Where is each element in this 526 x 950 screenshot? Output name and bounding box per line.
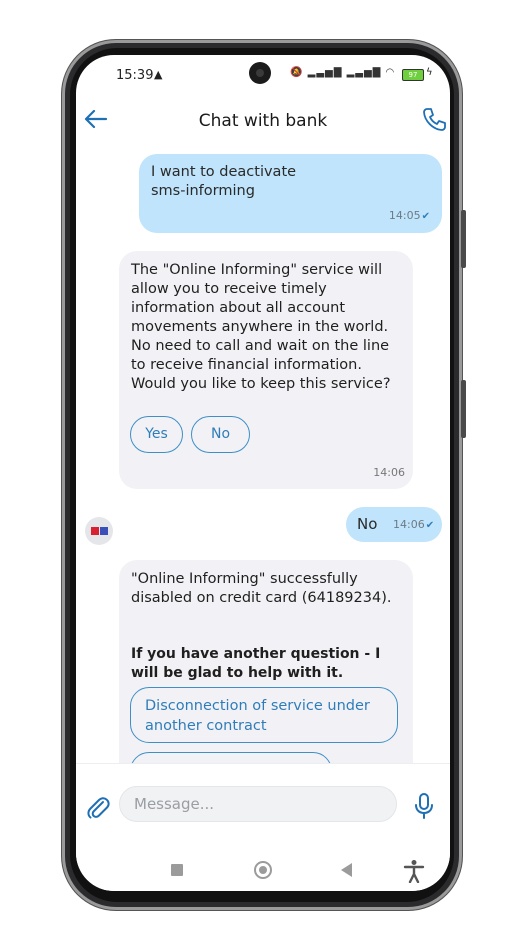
chat-area[interactable]: I want to deactivate sms-informing 14:05… bbox=[76, 147, 450, 800]
read-check-icon: ✔ bbox=[421, 211, 430, 222]
status-icons: 🔕 ▂▃▅▇ ▂▃▅▇ ◠ bbox=[290, 67, 395, 78]
chat-header: Chat with bank bbox=[76, 97, 450, 147]
wifi-icon: ◠ bbox=[385, 67, 396, 78]
read-check-icon: ✔ bbox=[425, 520, 435, 531]
message-input-bar bbox=[76, 763, 450, 850]
charging-icon: ϟ bbox=[426, 67, 433, 78]
message-time: 14:05✔ bbox=[389, 209, 430, 222]
recent-apps-icon[interactable] bbox=[171, 864, 183, 876]
bank-avatar bbox=[85, 517, 113, 545]
message-time-value: 14:06 bbox=[393, 518, 425, 531]
nav-back-icon[interactable] bbox=[341, 863, 352, 877]
message-input[interactable] bbox=[119, 786, 397, 822]
message-outgoing: No 14:06✔ bbox=[346, 507, 442, 542]
message-incoming: The "Online Informing" service will allo… bbox=[119, 251, 413, 489]
system-nav-bar bbox=[76, 849, 450, 891]
message-text: No bbox=[357, 515, 378, 533]
mute-icon: 🔕 bbox=[290, 67, 304, 78]
logo-blue bbox=[100, 527, 108, 535]
quick-reply-no-button[interactable]: No bbox=[191, 416, 250, 453]
message-time: 14:06 bbox=[373, 466, 405, 479]
message-time-value: 14:05 bbox=[388, 209, 421, 222]
home-icon[interactable] bbox=[254, 861, 272, 879]
front-camera bbox=[249, 62, 271, 84]
quick-reply-disconnection-button[interactable]: Disconnection of service under another c… bbox=[130, 687, 398, 743]
quick-reply-yes-button[interactable]: Yes bbox=[130, 416, 183, 453]
volume-button bbox=[461, 210, 466, 268]
accessibility-icon[interactable] bbox=[403, 859, 425, 883]
warning-icon: ▲ bbox=[154, 68, 163, 81]
battery-icon: 97 bbox=[402, 69, 424, 81]
message-outgoing: I want to deactivate sms-informing 14:05… bbox=[139, 154, 442, 233]
page-title: Chat with bank bbox=[198, 111, 328, 131]
signal-icon: ▂▃▅▇ bbox=[346, 67, 382, 78]
status-time: 15:39 bbox=[116, 68, 154, 83]
message-text: The "Online Informing" service will allo… bbox=[131, 262, 391, 392]
signal-icon: ▂▃▅▇ bbox=[307, 67, 343, 78]
logo-red bbox=[91, 527, 99, 535]
message-text: I want to deactivate sms-informing bbox=[151, 164, 297, 199]
attachment-icon[interactable] bbox=[86, 794, 110, 820]
power-button bbox=[461, 380, 466, 438]
message-bold-text: If you have another question - I will be… bbox=[131, 646, 381, 681]
microphone-icon[interactable] bbox=[413, 792, 435, 820]
phone-screen: 15:39 ▲ 🔕 ▂▃▅▇ ▂▃▅▇ ◠ 97 ϟ Chat with ban… bbox=[76, 55, 450, 891]
message-time: 14:06✔ bbox=[393, 518, 434, 531]
message-text: "Online Informing" successfully disabled… bbox=[131, 571, 392, 606]
phone-icon[interactable] bbox=[420, 105, 448, 133]
battery-level: 97 bbox=[408, 71, 418, 79]
status-bar: 15:39 ▲ 🔕 ▂▃▅▇ ▂▃▅▇ ◠ 97 ϟ bbox=[76, 55, 450, 97]
